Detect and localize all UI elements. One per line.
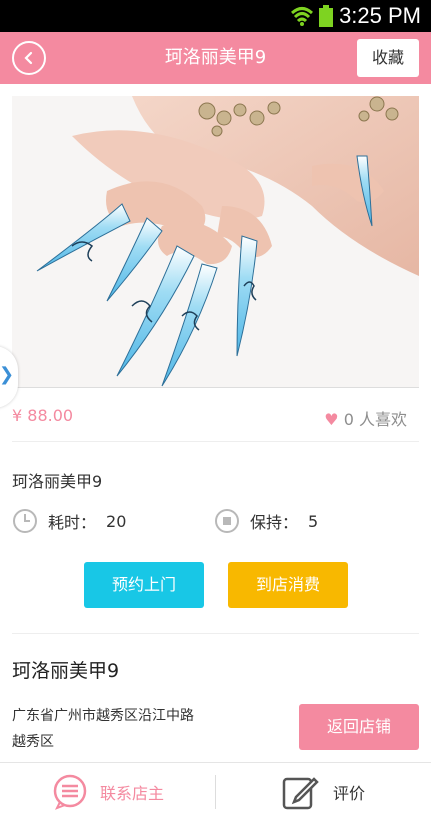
stop-icon xyxy=(215,509,239,533)
product-image xyxy=(12,96,419,388)
chevron-right-icon: ❯ xyxy=(0,364,15,385)
return-to-shop-button[interactable]: 返回店铺 xyxy=(299,704,419,750)
likes[interactable]: ♥ 0 人喜欢 xyxy=(324,406,407,430)
message-icon xyxy=(53,774,87,810)
battery-icon xyxy=(319,5,334,27)
appointment-button[interactable]: 预约上门 xyxy=(84,562,204,608)
bottom-divider xyxy=(215,775,216,809)
status-time: 3:25 PM xyxy=(339,3,421,28)
status-bar: 3:25 PM xyxy=(0,0,431,32)
section-divider xyxy=(12,633,419,634)
keep-label: 保持： xyxy=(250,513,299,532)
shop-name: 珂洛丽美甲9 xyxy=(12,660,120,682)
bottom-bar: 联系店主 评价 xyxy=(0,762,431,821)
shop-address: 广东省广州市越秀区沿江中路 越秀区 xyxy=(12,703,272,755)
heart-icon: ♥ xyxy=(324,410,339,429)
address-line-2: 越秀区 xyxy=(12,734,54,750)
back-button[interactable] xyxy=(12,41,46,75)
address-line-1: 广东省广州市越秀区沿江中路 xyxy=(12,708,194,724)
price-row: ¥ 88.00 ♥ 0 人喜欢 xyxy=(12,396,419,442)
review-button[interactable]: 评价 xyxy=(281,773,365,811)
header: 珂洛丽美甲9 收藏 xyxy=(0,32,431,84)
duration-label: 耗时： xyxy=(48,513,97,532)
status-right: 3:25 PM xyxy=(291,3,421,29)
review-label: 评价 xyxy=(333,784,366,803)
keep-value: 5 xyxy=(308,511,319,531)
keep-info: 保持： 5 xyxy=(214,508,318,534)
clock-icon xyxy=(13,509,37,533)
product-name: 珂洛丽美甲9 xyxy=(12,472,103,491)
contact-owner-button[interactable]: 联系店主 xyxy=(52,774,164,810)
edit-icon xyxy=(282,777,319,810)
contact-owner-label: 联系店主 xyxy=(100,784,165,803)
wifi-icon xyxy=(291,7,314,26)
duration-info: 耗时： 20 xyxy=(12,508,126,534)
price: ¥ 88.00 xyxy=(12,406,74,425)
likes-count: 0 人喜欢 xyxy=(343,410,407,429)
duration-value: 20 xyxy=(106,511,127,531)
back-icon xyxy=(24,51,33,65)
in-store-button[interactable]: 到店消费 xyxy=(228,562,348,608)
nail-art-illustration xyxy=(12,96,419,387)
favorite-button[interactable]: 收藏 xyxy=(357,39,419,77)
